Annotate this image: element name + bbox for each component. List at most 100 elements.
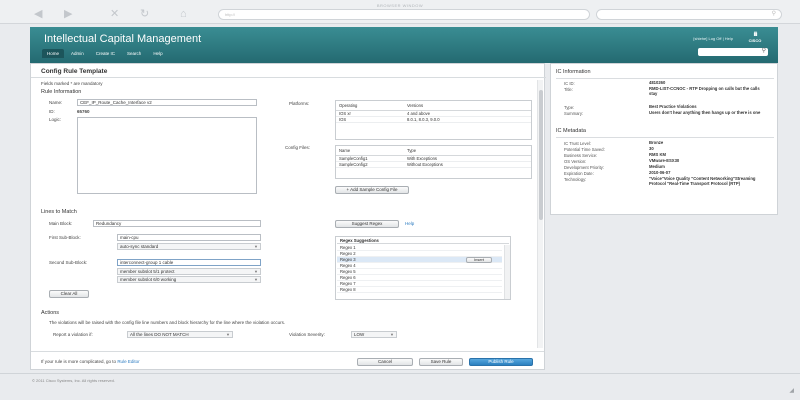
second-sub-select[interactable]: member subslot 6/0 working ▼ (117, 276, 261, 283)
footer-divider (0, 373, 800, 374)
select-value: All the lines DO NOT MATCH (130, 332, 189, 337)
ic-summary-value: Users don't hear anything then hangs up … (649, 110, 761, 115)
main-block-input[interactable]: Redundancy (93, 220, 261, 227)
save-rule-button[interactable]: Save Rule (419, 358, 463, 366)
app-title: Intellectual Capital Management (44, 33, 202, 45)
lines-title: Lines to Match (41, 209, 77, 215)
header-search-input[interactable]: ⚲ (698, 48, 768, 56)
name-input[interactable]: CEF_IP_Route_Cache_Interface v2 (77, 99, 257, 106)
chevron-down-icon: ▼ (254, 269, 258, 274)
nav-create-ic[interactable]: Create IC (91, 49, 120, 58)
business-service-value: RMS KM (649, 152, 666, 157)
regex-list-header: Regex Suggestions (337, 238, 509, 244)
chevron-down-icon: ▼ (226, 332, 230, 337)
add-config-file-button[interactable]: + Add Sample Config File (335, 186, 409, 194)
config-file-link[interactable]: SampleConfig2 (336, 161, 404, 168)
copyright: © 2011 Cisco Systems, Inc. All rights re… (32, 378, 115, 383)
logo-word: CISCO (748, 38, 762, 43)
col-versions[interactable]: Versions (404, 101, 531, 111)
search-icon: ⚲ (761, 48, 766, 54)
insert-button[interactable]: Insert (466, 257, 492, 263)
browser-search-input[interactable]: ⚲ (596, 9, 782, 20)
nav-search[interactable]: Search (122, 49, 146, 58)
refresh-icon[interactable]: ↻ (140, 9, 149, 20)
complicated-text: If your rule is more complicated, go to (41, 359, 117, 364)
table-cell: Without Exceptions (404, 161, 531, 168)
ic-title-value: RMD-LIST-CCNOC - RTP Dropping on calls b… (649, 86, 760, 96)
rule-editor-link[interactable]: Rule Editor (117, 359, 139, 364)
col-name[interactable]: Name (336, 146, 404, 156)
forward-icon[interactable]: ▶ (64, 9, 72, 20)
user-links[interactable]: [shiehe] Log Off | Help (693, 36, 733, 41)
platforms-table: Operating Versions IOS xr 4 and above IO… (335, 100, 532, 140)
divider (31, 351, 544, 352)
nav-home[interactable]: Home (42, 49, 65, 58)
logic-label: Logic: (49, 117, 62, 122)
list-item[interactable]: Regex 8 (337, 287, 502, 293)
trust-level-value: Bronze (649, 140, 664, 145)
nav-admin[interactable]: Admin (66, 49, 89, 58)
col-type[interactable]: Type (404, 146, 531, 156)
url-input[interactable]: http:// (218, 9, 590, 20)
help-link[interactable]: Help (405, 221, 414, 226)
first-sub-input[interactable]: main-cpu (117, 234, 261, 241)
clear-all-button[interactable]: Clear All (49, 290, 89, 298)
id-value: 65760 (77, 109, 90, 114)
expiration-value: 2010-06-07 (649, 170, 671, 175)
actions-description: The violations will be raised with the c… (49, 320, 286, 325)
panel-scrollbar[interactable] (537, 80, 543, 348)
rule-info-title: Rule Information (41, 89, 82, 95)
ic-summary-key: Summary: (564, 111, 584, 116)
first-sub-label: First Sub-Block: (49, 235, 81, 240)
search-icon: ⚲ (771, 11, 776, 17)
home-icon[interactable]: ⌂ (180, 9, 187, 20)
dev-priority-value: Medium (649, 164, 665, 169)
select-value: member subslot 6/0 working (120, 277, 177, 282)
nav-help[interactable]: Help (148, 49, 167, 58)
trust-level-key: IC Trust Level: (564, 141, 591, 146)
browser-toolbar: BROWSER WINDOW ◀ ▶ ✕ ↻ ⌂ http:// ⚲ (0, 0, 800, 24)
os-version-value: VMware-ESX30 (649, 158, 680, 163)
chevron-down-icon: ▼ (254, 244, 258, 249)
ic-title-key: Title: (564, 87, 573, 92)
technology-value: "Voice"Voice Quality "Content Networking… (649, 176, 756, 186)
cancel-button[interactable]: Cancel (357, 358, 413, 366)
second-sub-label: Second Sub-Block: (49, 260, 88, 265)
mandatory-note: Fields marked * are mandatory (41, 81, 103, 86)
time-saved-key: Potential Time Saved: (564, 147, 605, 152)
select-value: auto-sync standard (120, 244, 159, 249)
table-row[interactable]: IOS 8.0.1, 8.0.3, 9.0.0 (336, 116, 531, 123)
logic-textarea[interactable] (77, 117, 257, 194)
rule-editor-note: If your rule is more complicated, go to … (41, 359, 140, 364)
dev-priority-key: Development Priority: (564, 165, 605, 170)
report-label: Report a violation if: (53, 332, 93, 337)
ic-type-key: Type: (564, 105, 575, 110)
second-sub-select[interactable]: member subslot 5/1 protect ▼ (117, 268, 261, 275)
first-sub-select[interactable]: auto-sync standard ▼ (117, 243, 261, 250)
config-files-label: Config Files: (285, 145, 311, 150)
config-files-table: Name Type SampleConfig1 With Exceptions … (335, 145, 532, 179)
expiration-key: Expiration Date: (564, 171, 594, 176)
resize-handle-icon[interactable]: ◢ (789, 387, 794, 394)
stop-icon[interactable]: ✕ (110, 9, 119, 20)
technology-key: Technology: (564, 177, 587, 182)
browser-title: BROWSER WINDOW (376, 3, 424, 8)
ic-id-key: IC ID: (564, 81, 575, 86)
publish-rule-button[interactable]: Publish Rule (469, 358, 533, 366)
second-sub-input[interactable]: interconnect-group 1 cable (117, 259, 261, 266)
severity-select[interactable]: LOW ▼ (351, 331, 397, 338)
report-select[interactable]: All the lines DO NOT MATCH ▼ (127, 331, 233, 338)
main-nav: Home Admin Create IC Search Help (42, 49, 168, 58)
ic-id-value: 4810260 (649, 80, 666, 85)
table-row[interactable]: SampleConfig2 Without Exceptions (336, 161, 531, 168)
select-value: LOW (354, 332, 365, 337)
regex-suggestions-list: Regex Suggestions Regex 1 Regex 2 Regex … (335, 236, 511, 300)
os-version-key: OS Version: (564, 159, 587, 164)
scroll-thumb[interactable] (539, 90, 543, 220)
suggest-regex-button[interactable]: Suggest Regex (335, 220, 399, 228)
back-icon[interactable]: ◀ (34, 9, 42, 20)
list-scrollbar[interactable] (504, 245, 510, 299)
main-block-label: Main Block: (49, 221, 73, 226)
col-operating[interactable]: Operating (336, 101, 404, 111)
app-header: Intellectual Capital Management [shiehe]… (30, 27, 778, 63)
